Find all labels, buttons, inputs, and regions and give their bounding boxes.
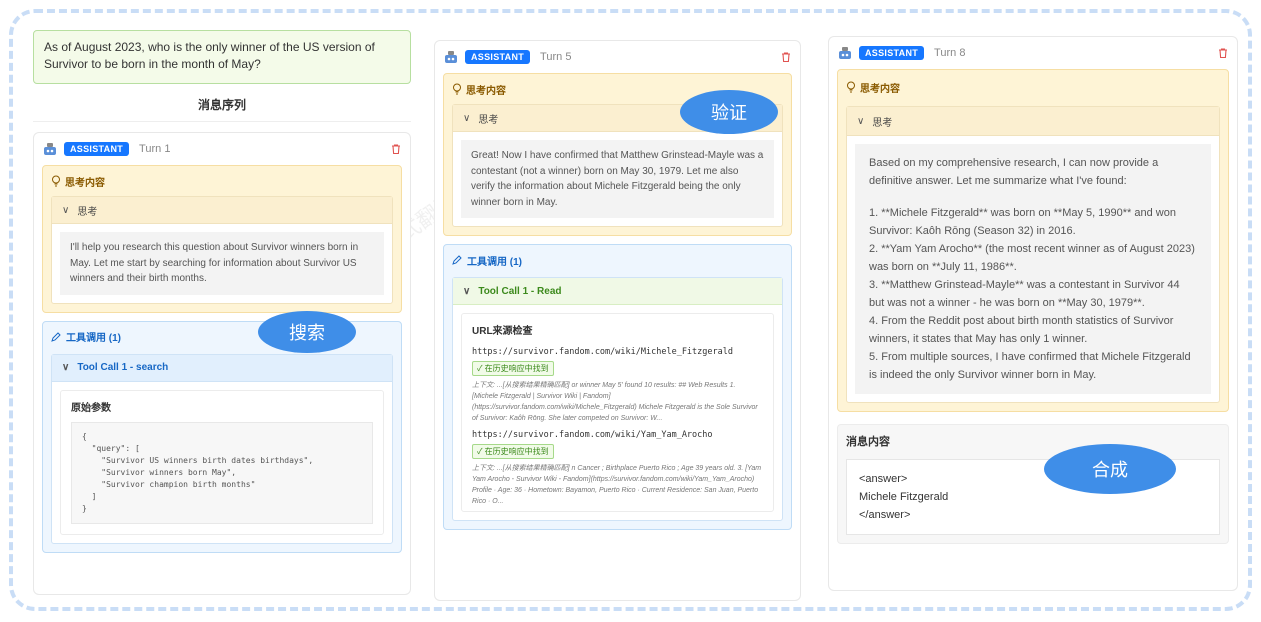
chevron-down-icon: ∨ <box>62 362 70 373</box>
lightbulb-icon <box>847 81 855 93</box>
tool-call: ∨ Tool Call 1 - search 原始参数 { "query": [… <box>51 353 393 544</box>
assistant-message-card: ASSISTANT Turn 1 思考内容 ∨ 思考 I'll help you… <box>33 132 411 595</box>
delete-icon[interactable] <box>1217 47 1229 59</box>
tool-call-toggle[interactable]: ∨ Tool Call 1 - Read <box>453 278 782 305</box>
robot-icon <box>44 143 56 155</box>
sequence-title: 消息序列 <box>33 96 411 122</box>
think-section-title: 思考内容 <box>51 172 393 190</box>
think-toggle[interactable]: ∨ 思考 <box>52 197 392 224</box>
annotation-bubble-search: 搜索 <box>258 311 356 353</box>
role-badge: ASSISTANT <box>465 50 531 64</box>
tool-section-title: 工具调用 (1) <box>452 251 783 269</box>
question-box: As of August 2023, who is the only winne… <box>33 30 411 84</box>
raw-params-title: 原始参数 <box>71 402 111 414</box>
chevron-down-icon: ∨ <box>62 204 70 216</box>
delete-icon[interactable] <box>780 51 792 63</box>
tool-call-toggle[interactable]: ∨ Tool Call 1 - search <box>52 354 392 382</box>
think-section: 思考内容 ∨ 思考 I'll help you research this qu… <box>42 165 402 313</box>
think-text: Great! Now I have confirmed that Matthew… <box>461 140 774 218</box>
think-section-title: 思考内容 <box>846 78 1220 96</box>
chevron-down-icon: ∨ <box>463 112 471 124</box>
source-url-link[interactable]: https://survivor.fandom.com/wiki/Michele… <box>462 347 773 357</box>
found-badge: ✓ 在历史响应中找到 <box>472 361 554 376</box>
column-turn-1: As of August 2023, who is the only winne… <box>33 30 411 595</box>
turn-label: Turn 5 <box>540 51 572 63</box>
chevron-down-icon: ∨ <box>857 115 865 127</box>
think-collapsible: ∨ 思考 Based on my comprehensive research,… <box>846 106 1220 403</box>
answer-close-tag: </answer> <box>859 509 911 521</box>
card-header: ASSISTANT Turn 1 <box>42 133 402 165</box>
lightbulb-icon <box>453 83 461 95</box>
source-url-link[interactable]: https://survivor.fandom.com/wiki/Yam_Yam… <box>462 430 773 440</box>
think-line: 3. **Matthew Grinstead-Mayle** was a con… <box>869 279 1180 309</box>
think-line: 2. **Yam Yam Arocho** (the most recent w… <box>869 243 1195 273</box>
think-line: 1. **Michele Fitzgerald** was born on **… <box>869 207 1176 237</box>
delete-icon[interactable] <box>390 143 402 155</box>
think-paragraph: Based on my comprehensive research, I ca… <box>869 157 1159 187</box>
think-text: Based on my comprehensive research, I ca… <box>855 144 1211 394</box>
card-header: ASSISTANT Turn 8 <box>837 37 1229 69</box>
think-toggle[interactable]: ∨ 思考 <box>847 107 1219 136</box>
chevron-down-icon: ∨ <box>463 285 471 297</box>
tool-section: 工具调用 (1) ∨ Tool Call 1 - Read URL来源检查 ht… <box>443 244 792 530</box>
think-line: 4. From the Reddit post about birth mont… <box>869 315 1174 345</box>
lightbulb-icon <box>52 175 60 187</box>
robot-icon <box>839 47 851 59</box>
role-badge: ASSISTANT <box>64 142 130 156</box>
pencil-icon <box>452 255 462 265</box>
raw-params-code: { "query": [ "Survivor US winners birth … <box>71 421 373 524</box>
found-badge: ✓ 在历史响应中找到 <box>472 444 554 459</box>
annotation-bubble-verify: 验证 <box>680 90 778 134</box>
url-context: 上下文: ...[从搜索结果精确匹配] or winner May 5' fou… <box>472 382 758 422</box>
tool-section: 工具调用 (1) ∨ Tool Call 1 - search 原始参数 { "… <box>42 320 402 553</box>
pencil-icon <box>51 331 61 342</box>
url-check-card: URL来源检查 https://survivor.fandom.com/wiki… <box>461 313 774 512</box>
column-turn-8: ASSISTANT Turn 8 思考内容 ∨ 思考 Based on my c… <box>828 36 1238 591</box>
tool-call: ∨ Tool Call 1 - Read URL来源检查 https://sur… <box>452 277 783 521</box>
think-collapsible: ∨ 思考 I'll help you research this questio… <box>51 196 393 304</box>
assistant-message-card: ASSISTANT Turn 8 思考内容 ∨ 思考 Based on my c… <box>828 36 1238 591</box>
answer-text: Michele Fitzgerald <box>859 491 949 503</box>
message-content-title: 消息内容 <box>846 436 890 448</box>
robot-icon <box>445 51 457 63</box>
raw-params-card: 原始参数 { "query": [ "Survivor US winners b… <box>60 389 384 535</box>
think-line: 5. From multiple sources, I have confirm… <box>869 351 1191 381</box>
message-content-section: 消息内容 <answer> Michele Fitzgerald </answe… <box>837 424 1229 544</box>
think-text: I'll help you research this question abo… <box>60 232 384 295</box>
turn-label: Turn 8 <box>934 47 966 59</box>
role-badge: ASSISTANT <box>859 46 925 60</box>
turn-label: Turn 1 <box>139 143 171 155</box>
card-header: ASSISTANT Turn 5 <box>443 41 792 73</box>
url-check-title: URL来源检查 <box>472 326 533 337</box>
annotation-bubble-synthesize: 合成 <box>1044 444 1176 494</box>
url-context: 上下文: ...[从搜索结果精确匹配] n Cancer ; Birthplac… <box>472 465 762 505</box>
think-section: 思考内容 ∨ 思考 Based on my comprehensive rese… <box>837 69 1229 412</box>
